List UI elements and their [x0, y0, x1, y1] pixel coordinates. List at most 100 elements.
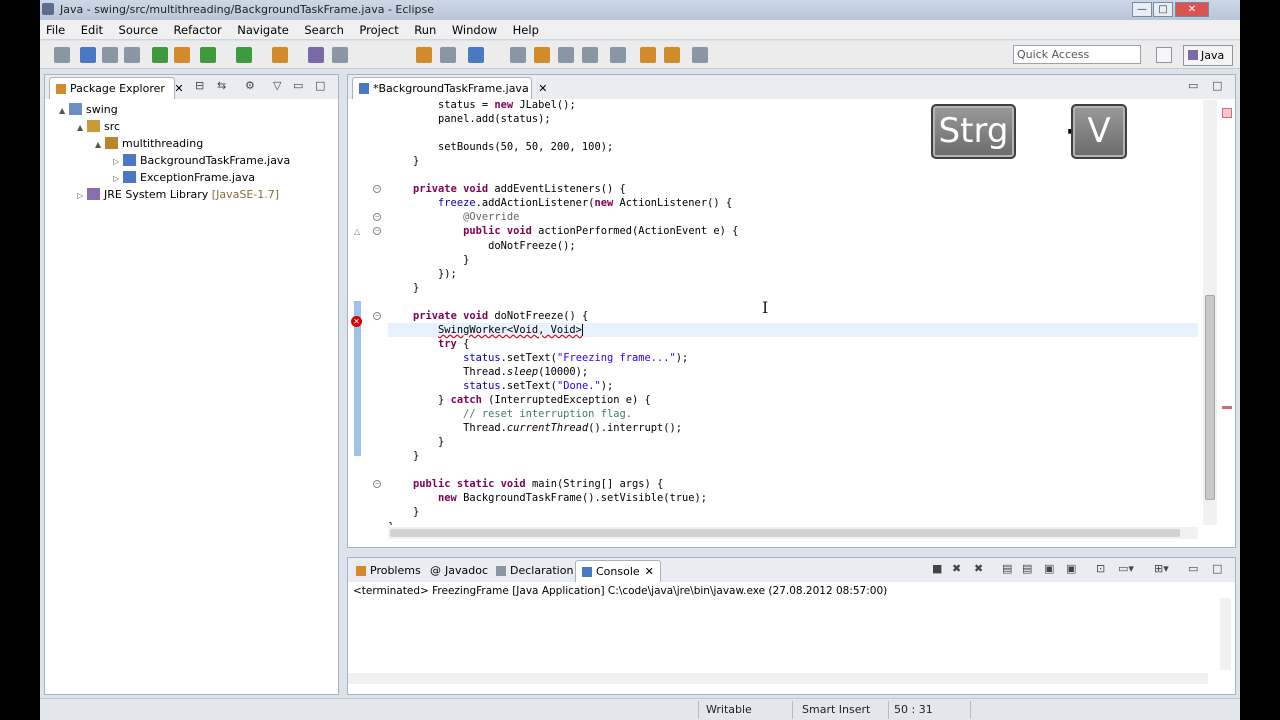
code-line[interactable]: } — [388, 449, 419, 463]
tab-console[interactable]: Console ✕ — [575, 560, 661, 582]
tree-item[interactable]: ▷ ExceptionFrame.java — [113, 171, 255, 188]
code-line[interactable]: } — [388, 253, 469, 267]
remove-launch-icon[interactable]: ✖ — [952, 562, 961, 575]
menu-project[interactable]: Project — [353, 20, 404, 37]
code-line[interactable]: } — [388, 520, 394, 526]
code-line[interactable]: }); — [388, 267, 457, 281]
code-line[interactable]: Thread.currentThread().interrupt(); — [388, 421, 682, 435]
collapsed-twisty-icon[interactable]: ▷ — [113, 174, 123, 183]
open-console-icon[interactable]: ⊞▾ — [1154, 562, 1169, 575]
menu-run[interactable]: Run — [408, 20, 442, 37]
code-line[interactable]: // reset interruption flag. — [388, 407, 632, 421]
show-on-output-icon[interactable]: ▣ — [1044, 562, 1054, 575]
minimize-view-icon[interactable]: ▭ — [1188, 79, 1198, 92]
menu-help[interactable]: Help — [507, 20, 545, 37]
code-line[interactable]: private void doNotFreeze() { — [388, 309, 588, 323]
code-line[interactable]: @Override — [388, 210, 519, 224]
toggle-block-selection-icon[interactable] — [510, 47, 526, 63]
search-icon[interactable] — [440, 47, 456, 63]
expanded-twisty-icon[interactable]: ▲ — [77, 123, 87, 132]
chevron-down-icon[interactable]: ▽ — [273, 79, 281, 92]
code-line[interactable]: status.setText("Done."); — [388, 379, 613, 393]
open-perspective-icon[interactable] — [1156, 47, 1172, 63]
scroll-thumb[interactable] — [390, 529, 1180, 537]
menu-navigate[interactable]: Navigate — [231, 20, 295, 37]
close-icon[interactable]: ✕ — [645, 565, 654, 578]
override-indicator-icon[interactable]: △ — [354, 227, 360, 236]
close-icon[interactable]: ✕ — [538, 82, 547, 95]
code-line[interactable]: } — [388, 505, 419, 519]
open-type-icon[interactable] — [332, 47, 348, 63]
collapsed-twisty-icon[interactable]: ▷ — [113, 157, 123, 166]
forward-icon[interactable] — [664, 47, 680, 63]
java-perspective-button[interactable]: Java — [1183, 45, 1233, 66]
display-console-icon[interactable]: ▭▾ — [1118, 562, 1134, 575]
minimize-button[interactable]: — — [1132, 2, 1152, 17]
collapse-all-icon[interactable]: ⊟ — [195, 79, 204, 92]
code-line[interactable]: freeze.addActionListener(new ActionListe… — [388, 196, 732, 210]
code-line[interactable]: } — [388, 154, 419, 168]
code-line[interactable]: status.setText("Freezing frame..."); — [388, 351, 688, 365]
tree-item[interactable]: ▷ JRE System Library [JavaSE-1.7] — [77, 188, 279, 205]
menu-edit[interactable]: Edit — [75, 20, 109, 37]
menu-source[interactable]: Source — [113, 20, 165, 37]
code-area[interactable]: status = new JLabel(); panel.add(status)… — [388, 100, 1198, 525]
minimize-view-icon[interactable]: ▭ — [1188, 562, 1198, 575]
tree-item[interactable]: ▷ BackgroundTaskFrame.java — [113, 154, 290, 171]
editor-vertical-scrollbar[interactable] — [1203, 100, 1217, 525]
next-annotation-icon[interactable] — [558, 47, 574, 63]
console-horizontal-scrollbar[interactable] — [348, 673, 1208, 684]
new-class-icon[interactable] — [308, 47, 324, 63]
run-icon[interactable] — [236, 47, 252, 63]
tree-item[interactable]: ▲ src — [77, 120, 120, 137]
code-line[interactable]: } — [388, 435, 444, 449]
minimize-view-icon[interactable]: ▭ — [293, 79, 303, 92]
show-whitespace-icon[interactable] — [534, 47, 550, 63]
close-button[interactable]: ✕ — [1175, 2, 1209, 17]
code-line[interactable]: SwingWorker<Void, Void> — [388, 322, 1198, 337]
previous-annotation-icon[interactable] — [582, 47, 598, 63]
scroll-thumb[interactable] — [1205, 295, 1215, 500]
pin-console-icon[interactable]: ⊡ — [1096, 562, 1105, 575]
code-line[interactable]: try { — [388, 337, 469, 351]
back-icon[interactable] — [640, 47, 656, 63]
code-line[interactable]: panel.add(status); — [388, 112, 551, 126]
maximize-button[interactable]: □ — [1153, 2, 1173, 17]
tree-item[interactable]: ▲ swing — [59, 103, 118, 120]
collapsed-twisty-icon[interactable]: ▷ — [77, 191, 87, 200]
show-on-error-icon[interactable]: ▣ — [1066, 562, 1076, 575]
close-icon[interactable]: ✕ — [174, 82, 183, 95]
code-line[interactable]: private void addEventListeners() { — [388, 182, 626, 196]
code-line[interactable]: } — [388, 281, 419, 295]
print-icon[interactable] — [124, 47, 140, 63]
console-vertical-scrollbar[interactable] — [1220, 598, 1231, 670]
last-edit-location-icon[interactable] — [610, 47, 626, 63]
clear-console-icon[interactable]: ▤ — [1002, 562, 1012, 575]
open-task-icon[interactable] — [416, 47, 432, 63]
menu-refactor[interactable]: Refactor — [168, 20, 228, 37]
fold-collapse-icon[interactable]: − — [373, 311, 381, 320]
tab-javadoc[interactable]: @ Javadoc — [424, 560, 494, 582]
code-line[interactable]: setBounds(50, 50, 200, 100); — [388, 140, 613, 154]
view-menu-icon[interactable]: ⚙ — [245, 79, 255, 92]
error-marker-icon[interactable]: ✕ — [351, 316, 362, 327]
tab-package-explorer[interactable]: Package Explorer ✕ — [49, 77, 184, 99]
code-line[interactable]: public static void main(String[] args) { — [388, 477, 663, 491]
status-insert-mode[interactable]: Smart Insert — [802, 703, 870, 716]
expanded-twisty-icon[interactable]: ▲ — [59, 106, 69, 115]
code-line[interactable]: new BackgroundTaskFrame().setVisible(tru… — [388, 491, 707, 505]
pin-editor-icon[interactable] — [692, 47, 708, 63]
save-all-icon[interactable] — [102, 47, 118, 63]
code-line[interactable]: public void actionPerformed(ActionEvent … — [388, 224, 738, 238]
error-overview-icon[interactable] — [1222, 108, 1232, 118]
scroll-lock-icon[interactable]: ▤ — [1022, 562, 1032, 575]
tab-declaration[interactable]: Declaration — [490, 560, 579, 582]
menu-search[interactable]: Search — [298, 20, 350, 37]
external-tools-icon[interactable] — [272, 47, 288, 63]
code-line[interactable]: } catch (InterruptedException e) { — [388, 393, 651, 407]
error-overview-mark[interactable] — [1222, 406, 1232, 409]
toggle-mark-occurrences-icon[interactable] — [468, 47, 484, 63]
new-java-project-icon[interactable] — [152, 47, 168, 63]
tab-problems[interactable]: Problems — [350, 560, 427, 582]
new-icon[interactable] — [54, 47, 70, 63]
